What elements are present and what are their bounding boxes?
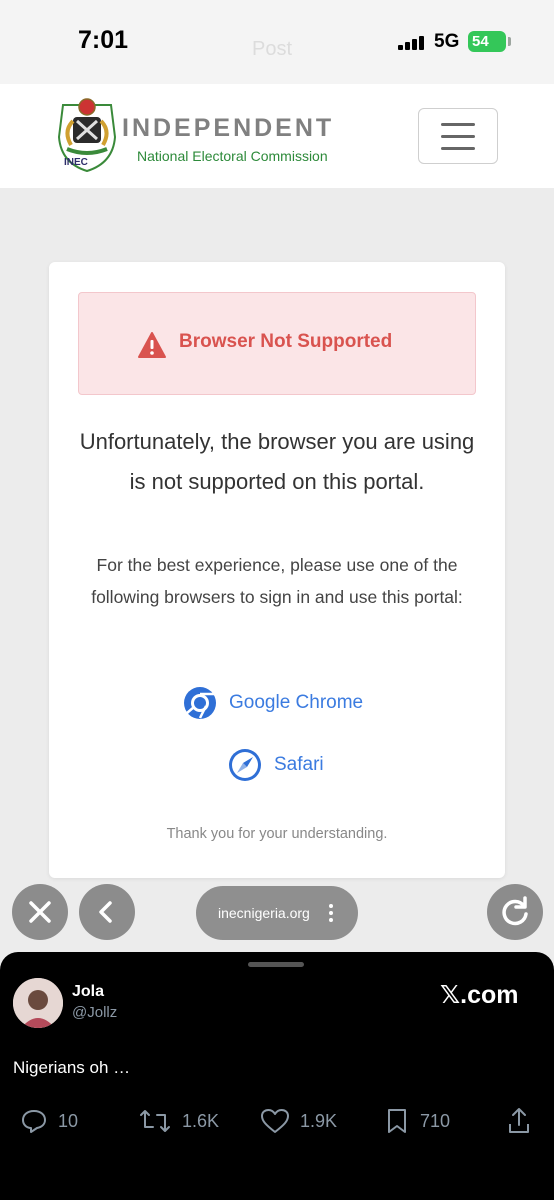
- bookmark-count: 710: [420, 1110, 451, 1131]
- tweet-text: Nigerians oh …: [13, 1058, 131, 1077]
- battery-icon: 54: [468, 31, 506, 52]
- signal-icon: [398, 36, 428, 50]
- avatar-image: [13, 978, 63, 1028]
- repost-count: 1.6K: [182, 1110, 220, 1131]
- heart-icon: [261, 1109, 289, 1133]
- battery-level: 54: [472, 33, 489, 50]
- drag-handle[interactable]: [248, 962, 304, 967]
- chrome-label: Google Chrome: [229, 692, 364, 713]
- secondary-message: For the best experience, please use one …: [91, 555, 463, 607]
- close-tab-button[interactable]: [12, 884, 68, 940]
- inec-logo[interactable]: INEC: [53, 97, 121, 173]
- tweet-user-name[interactable]: Jola: [72, 983, 104, 1001]
- like-count: 1.9K: [300, 1110, 338, 1131]
- brand-title: INDEPENDENT: [122, 114, 335, 142]
- tweet-panel: Jola @Jollz 𝕏.com Nigerians oh … 10 1.6K…: [0, 952, 554, 1200]
- thanks-note: Thank you for your understanding.: [166, 826, 388, 842]
- chrome-link[interactable]: Google Chrome: [183, 685, 363, 721]
- address-bar[interactable]: inecnigeria.org: [196, 886, 358, 940]
- reply-icon: [22, 1110, 46, 1133]
- reply-count: 10: [58, 1110, 79, 1131]
- more-options-icon[interactable]: [328, 903, 334, 923]
- unsupported-browser-card: Browser Not Supported Unfortunately, the…: [49, 262, 505, 878]
- chrome-icon: [184, 687, 216, 719]
- primary-message: Unfortunately, the browser you are using…: [79, 429, 475, 494]
- safari-icon: [229, 749, 261, 781]
- safari-label: Safari: [274, 754, 324, 775]
- repost-button[interactable]: 1.6K: [138, 1106, 219, 1136]
- close-icon: [29, 901, 51, 923]
- alert-banner: Browser Not Supported: [78, 292, 476, 395]
- brand-subtitle: National Electoral Commission: [137, 148, 328, 164]
- share-icon: [509, 1108, 529, 1133]
- chevron-left-icon: [99, 901, 112, 923]
- bookmark-button[interactable]: 710: [384, 1106, 450, 1136]
- warning-icon: [138, 332, 166, 358]
- x-com-link[interactable]: 𝕏.com: [440, 980, 519, 1010]
- reply-button[interactable]: 10: [20, 1106, 78, 1136]
- site-header: INEC INDEPENDENT National Electoral Comm…: [0, 84, 554, 188]
- status-time: 7:01: [78, 26, 129, 54]
- logo-text: INEC: [64, 157, 88, 168]
- status-bar: 7:01 Post 5G 54: [0, 0, 554, 84]
- battery-tip: [508, 37, 511, 46]
- url-text: inecnigeria.org: [218, 905, 310, 921]
- share-button[interactable]: [506, 1106, 532, 1136]
- back-button[interactable]: [79, 884, 135, 940]
- safari-link[interactable]: Safari: [228, 747, 324, 783]
- alert-title: Browser Not Supported: [179, 331, 393, 352]
- reload-icon: [502, 896, 528, 926]
- like-button[interactable]: 1.9K: [260, 1106, 337, 1136]
- hamburger-menu-button[interactable]: [418, 108, 498, 164]
- network-type: 5G: [434, 31, 460, 52]
- ghost-title: Post: [252, 38, 293, 60]
- reload-button[interactable]: [487, 884, 543, 940]
- bookmark-icon: [388, 1109, 406, 1133]
- tweet-handle[interactable]: @Jollz: [72, 1004, 117, 1021]
- avatar[interactable]: [13, 978, 63, 1028]
- repost-icon: [140, 1110, 170, 1132]
